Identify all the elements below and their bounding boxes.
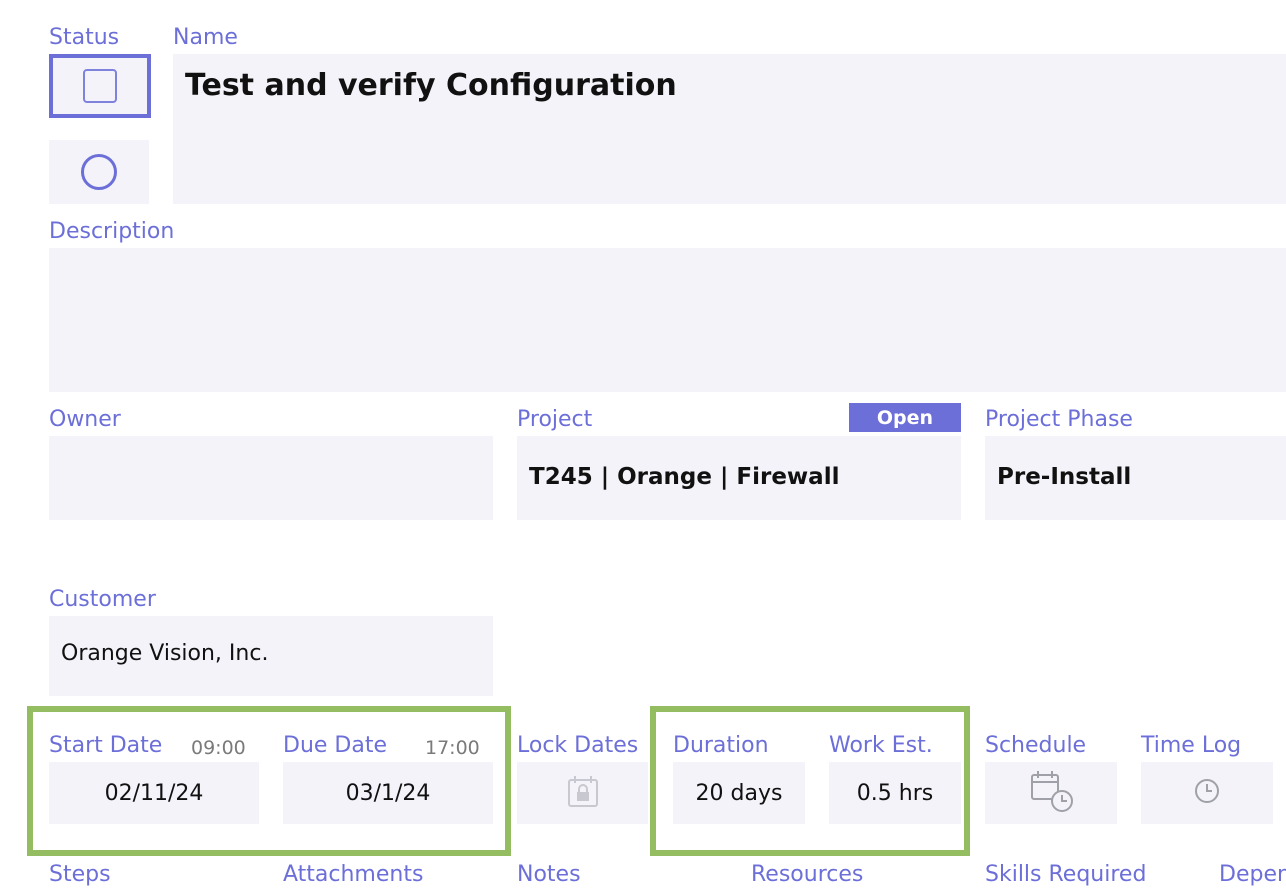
duration-field[interactable]: 20 days <box>673 762 805 824</box>
project-field[interactable]: T245 | Orange | Firewall <box>517 436 961 520</box>
owner-label: Owner <box>49 407 121 432</box>
due-date-label: Due Date <box>283 733 387 758</box>
due-time[interactable]: 17:00 <box>425 736 480 760</box>
lock-dates-label: Lock Dates <box>517 733 639 758</box>
calendar-clock-icon <box>1024 769 1078 817</box>
status-label: Status <box>49 25 120 50</box>
project-open-button[interactable]: Open <box>849 403 961 432</box>
duration-label: Duration <box>673 733 769 758</box>
project-label: Project <box>517 407 593 432</box>
project-phase-field[interactable]: Pre-Install <box>985 436 1286 520</box>
time-log-label: Time Log <box>1141 733 1242 758</box>
schedule-label: Schedule <box>985 733 1087 758</box>
steps-label[interactable]: Steps <box>49 862 111 888</box>
work-est-label: Work Est. <box>829 733 933 758</box>
notes-label[interactable]: Notes <box>517 862 581 888</box>
project-phase-value: Pre-Install <box>997 464 1132 490</box>
project-value: T245 | Orange | Firewall <box>529 464 840 490</box>
calendar-lock-icon <box>565 773 601 813</box>
status-checkbox-button[interactable] <box>49 54 151 118</box>
start-date-label: Start Date <box>49 733 163 758</box>
time-log-button[interactable] <box>1141 762 1273 824</box>
work-est-field[interactable]: 0.5 hrs <box>829 762 961 824</box>
circle-icon <box>81 154 117 190</box>
description-label: Description <box>49 219 175 244</box>
customer-field[interactable]: Orange Vision, Inc. <box>49 616 493 696</box>
description-field[interactable] <box>49 248 1286 392</box>
skills-required-label[interactable]: Skills Required <box>985 862 1146 888</box>
name-label: Name <box>173 25 238 50</box>
attachments-label[interactable]: Attachments <box>283 862 423 888</box>
resources-label[interactable]: Resources <box>751 862 863 888</box>
owner-field[interactable] <box>49 436 493 520</box>
start-time[interactable]: 09:00 <box>191 736 246 760</box>
status-circle-button[interactable] <box>49 140 149 204</box>
name-field[interactable]: Test and verify Configuration <box>173 54 1286 204</box>
project-phase-label: Project Phase <box>985 407 1133 432</box>
start-date-field[interactable]: 02/11/24 <box>49 762 259 824</box>
lock-dates-button[interactable] <box>517 762 648 824</box>
checkbox-icon <box>83 69 117 103</box>
customer-value: Orange Vision, Inc. <box>61 641 269 666</box>
clock-icon <box>1193 777 1221 809</box>
due-date-field[interactable]: 03/1/24 <box>283 762 493 824</box>
task-name: Test and verify Configuration <box>185 68 677 103</box>
schedule-button[interactable] <box>985 762 1117 824</box>
dependencies-label[interactable]: Depen <box>1219 862 1286 888</box>
customer-label: Customer <box>49 587 156 612</box>
